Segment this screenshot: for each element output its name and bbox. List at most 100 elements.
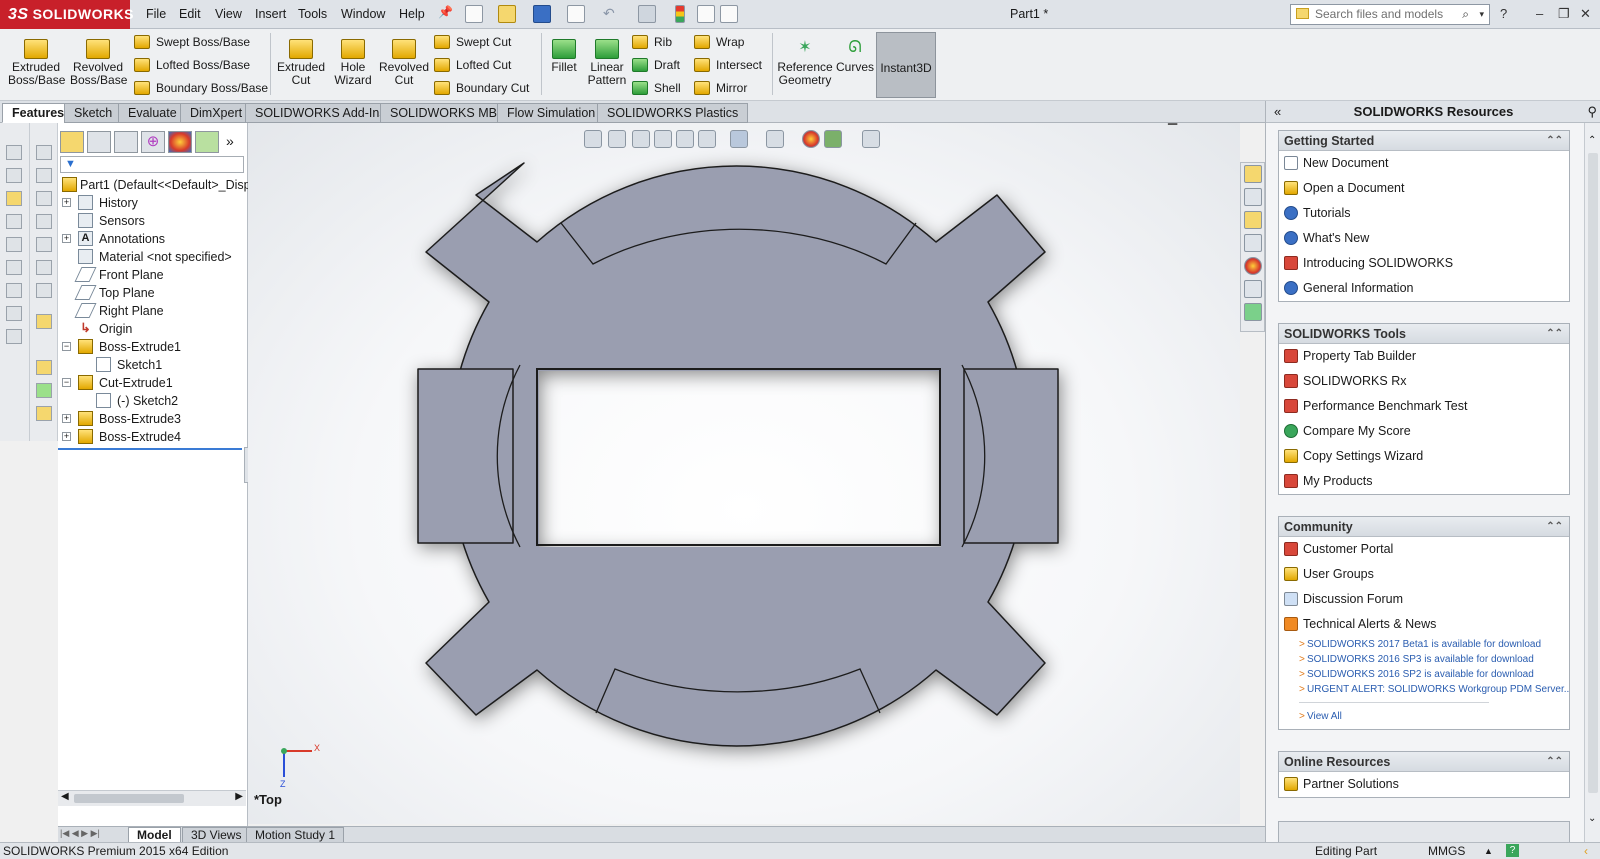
tab-evaluate[interactable]: Evaluate bbox=[118, 103, 187, 123]
open-folder-icon[interactable] bbox=[498, 5, 516, 23]
tree-item-top-plane[interactable]: Top Plane bbox=[58, 284, 248, 302]
vertical-scrollbar[interactable]: ⌃ ⌄ bbox=[1584, 123, 1600, 842]
news-link[interactable]: SOLIDWORKS 2016 SP2 is available for dow… bbox=[1279, 667, 1569, 682]
new-document-icon[interactable] bbox=[465, 5, 483, 23]
file-properties-icon[interactable] bbox=[697, 5, 715, 23]
tab-motion-study[interactable]: Motion Study 1 bbox=[246, 827, 345, 843]
menu-insert[interactable]: Insert bbox=[255, 7, 286, 21]
general-information-link[interactable]: General Information bbox=[1279, 276, 1569, 301]
user-groups-link[interactable]: User Groups bbox=[1279, 562, 1569, 587]
feature-tool-icon[interactable] bbox=[36, 383, 52, 398]
part-tab-right[interactable] bbox=[963, 368, 1059, 544]
dimxpert-manager-icon[interactable]: ⊕ bbox=[141, 131, 165, 153]
menu-tools[interactable]: Tools bbox=[298, 7, 327, 21]
news-link[interactable]: SOLIDWORKS 2016 SP3 is available for dow… bbox=[1279, 652, 1569, 667]
feature-tool-icon[interactable] bbox=[36, 406, 52, 421]
rib-button[interactable]: Rib bbox=[632, 33, 672, 51]
feature-tool-icon[interactable] bbox=[36, 360, 52, 375]
sketch-tool-icon[interactable] bbox=[6, 237, 22, 252]
collapse-icon[interactable]: − bbox=[62, 342, 71, 351]
property-manager-icon[interactable] bbox=[87, 131, 111, 153]
boundary-boss-button[interactable]: Boundary Boss/Base bbox=[134, 79, 268, 97]
collapse-icon[interactable]: ⌃⌃ bbox=[1546, 131, 1563, 151]
shell-button[interactable]: Shell bbox=[632, 79, 681, 97]
draft-button[interactable]: Draft bbox=[632, 56, 680, 74]
tree-item-sketch1[interactable]: Sketch1 bbox=[58, 356, 248, 374]
options-icon[interactable] bbox=[720, 5, 738, 23]
feature-tool-icon[interactable] bbox=[36, 214, 52, 229]
solidworks-logo[interactable]: 3S SOLIDWORKS bbox=[0, 0, 134, 29]
restore-button[interactable]: ❐ bbox=[1558, 6, 1570, 22]
help-icon[interactable]: ? bbox=[1506, 844, 1519, 857]
sketch-tool-icon[interactable] bbox=[6, 260, 22, 275]
arrow-down-icon[interactable]: ⌄ bbox=[1588, 813, 1596, 824]
search-input[interactable]: Search files and models ⌕ ▾ bbox=[1290, 4, 1490, 25]
feature-manager-icon[interactable] bbox=[60, 131, 84, 153]
arrow-up-icon[interactable]: ⌃ bbox=[1588, 135, 1596, 146]
new-document-link[interactable]: New Document bbox=[1279, 151, 1569, 176]
tree-item-origin[interactable]: ↳ Origin bbox=[58, 320, 248, 338]
fillet-button[interactable]: Fillet bbox=[546, 35, 582, 74]
tree-item-history[interactable]: + History bbox=[58, 194, 248, 212]
tree-item-annotations[interactable]: + A Annotations bbox=[58, 230, 248, 248]
sketch-tool-icon[interactable] bbox=[6, 168, 22, 183]
rollback-bar[interactable] bbox=[58, 448, 242, 450]
part-model[interactable] bbox=[248, 123, 1240, 824]
view-all-link[interactable]: View All bbox=[1279, 709, 1569, 724]
customer-portal-link[interactable]: Customer Portal bbox=[1279, 537, 1569, 562]
tree-root-part[interactable]: Part1 (Default<<Default>_Disp bbox=[58, 176, 251, 194]
section-header[interactable]: Online Resources ⌃⌃ bbox=[1279, 752, 1569, 772]
design-library-icon[interactable] bbox=[1244, 188, 1262, 206]
horizontal-scrollbar[interactable]: ◀ ▶ bbox=[58, 790, 246, 806]
news-link[interactable]: SOLIDWORKS 2017 Beta1 is available for d… bbox=[1279, 637, 1569, 652]
tree-item-right-plane[interactable]: Right Plane bbox=[58, 302, 248, 320]
collapse-icon[interactable]: ⌃⌃ bbox=[1546, 752, 1563, 772]
intersect-button[interactable]: Intersect bbox=[694, 56, 762, 74]
tree-item-cut-extrude1[interactable]: − Cut-Extrude1 bbox=[58, 374, 248, 392]
tree-item-front-plane[interactable]: Front Plane bbox=[58, 266, 248, 284]
pin-icon[interactable]: 📌 bbox=[438, 5, 456, 23]
tree-item-sensors[interactable]: Sensors bbox=[58, 212, 248, 230]
compare-my-score-link[interactable]: Compare My Score bbox=[1279, 419, 1569, 444]
swept-cut-button[interactable]: Swept Cut bbox=[434, 33, 511, 51]
rebuild-icon[interactable] bbox=[675, 5, 685, 23]
lofted-boss-button[interactable]: Lofted Boss/Base bbox=[134, 56, 250, 74]
search-icon[interactable]: ⌕ bbox=[1462, 5, 1469, 24]
tab-mbd[interactable]: SOLIDWORKS MBD bbox=[380, 103, 516, 123]
solidworks-rx-link[interactable]: SOLIDWORKS Rx bbox=[1279, 369, 1569, 394]
tab-flow-simulation[interactable]: Flow Simulation bbox=[497, 103, 606, 123]
feature-tool-icon[interactable] bbox=[36, 260, 52, 275]
custom-properties-icon[interactable] bbox=[1244, 280, 1262, 298]
feature-tool-icon[interactable] bbox=[36, 237, 52, 252]
expand-icon[interactable]: + bbox=[62, 414, 71, 423]
smart-dimension-icon[interactable] bbox=[6, 191, 22, 206]
status-arrow-icon[interactable]: ‹ bbox=[1584, 843, 1588, 859]
feature-tool-icon[interactable] bbox=[36, 191, 52, 206]
mirror-button[interactable]: Mirror bbox=[694, 79, 747, 97]
expand-icon[interactable]: + bbox=[62, 198, 71, 207]
wrap-button[interactable]: Wrap bbox=[694, 33, 744, 51]
units-selector[interactable]: MMGS bbox=[1428, 843, 1465, 859]
minimize-button[interactable]: – bbox=[1536, 6, 1543, 21]
tree-filter-input[interactable]: ▼ bbox=[60, 156, 244, 173]
instant3d-toggle[interactable]: Instant3D bbox=[876, 32, 936, 98]
cam-manager-icon[interactable] bbox=[195, 131, 219, 153]
collapse-pane-icon[interactable]: « bbox=[1274, 101, 1281, 123]
curves-button[interactable]: ᘏ Curves bbox=[836, 35, 874, 74]
collapsed-section[interactable] bbox=[1278, 821, 1570, 842]
collapse-icon[interactable]: ⌃⌃ bbox=[1546, 324, 1563, 344]
collapse-icon[interactable]: − bbox=[62, 378, 71, 387]
lofted-cut-button[interactable]: Lofted Cut bbox=[434, 56, 511, 74]
print-icon[interactable] bbox=[567, 5, 585, 23]
copy-settings-wizard-link[interactable]: Copy Settings Wizard bbox=[1279, 444, 1569, 469]
section-header[interactable]: Getting Started ⌃⌃ bbox=[1279, 131, 1569, 151]
undo-icon[interactable]: ↶ bbox=[603, 5, 621, 23]
sketch-tool-icon[interactable] bbox=[6, 306, 22, 321]
expand-icon[interactable]: + bbox=[62, 432, 71, 441]
tab-sketch[interactable]: Sketch bbox=[64, 103, 123, 123]
display-manager-icon[interactable] bbox=[168, 131, 192, 153]
chevron-right-icon[interactable]: » bbox=[226, 133, 234, 149]
open-document-link[interactable]: Open a Document bbox=[1279, 176, 1569, 201]
file-explorer-icon[interactable] bbox=[1244, 211, 1262, 229]
feature-tool-icon[interactable] bbox=[36, 168, 52, 183]
